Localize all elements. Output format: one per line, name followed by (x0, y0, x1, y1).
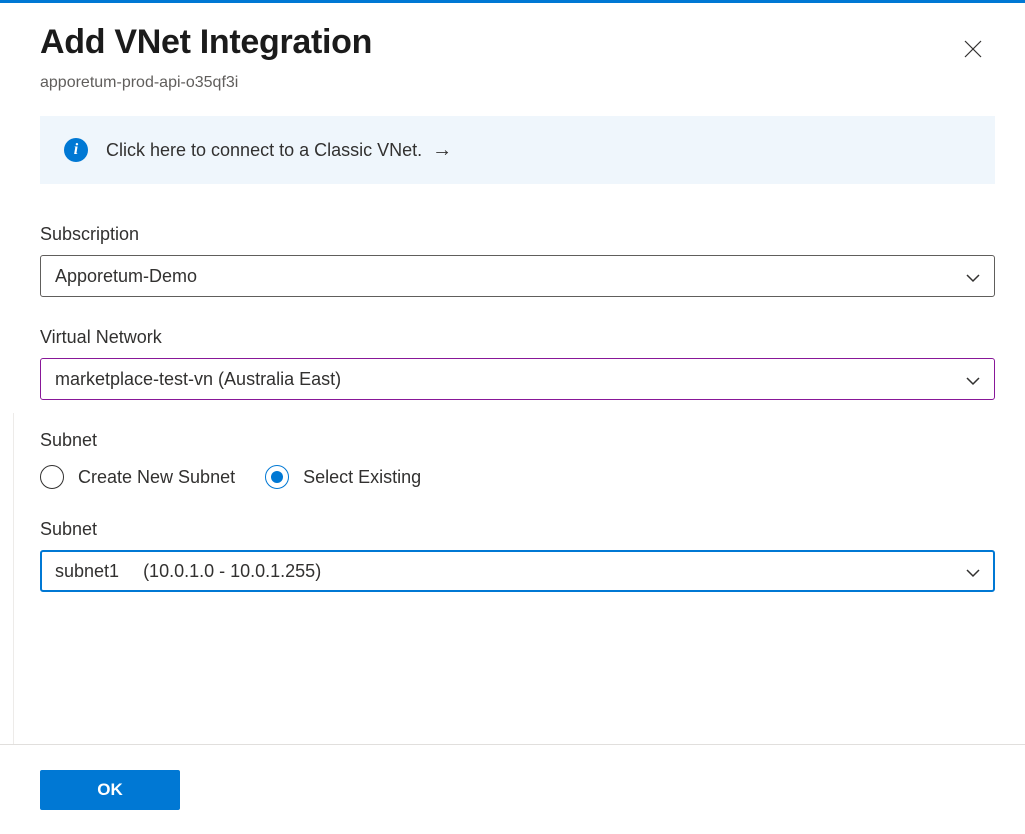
classic-vnet-banner[interactable]: i Click here to connect to a Classic VNe… (40, 116, 995, 184)
panel-header: Add VNet Integration (40, 23, 995, 70)
subnet-select[interactable]: subnet1 (10.0.1.0 - 10.0.1.255) (40, 550, 995, 592)
vnet-select[interactable]: marketplace-test-vn (Australia East) (40, 358, 995, 400)
vnet-field: Virtual Network marketplace-test-vn (Aus… (40, 327, 995, 400)
radio-existing-label: Select Existing (303, 467, 421, 488)
vnet-label: Virtual Network (40, 327, 995, 348)
subnet-mode-field: Subnet Create New Subnet Select Existing (40, 430, 995, 489)
banner-text-wrap: Click here to connect to a Classic VNet.… (106, 139, 452, 162)
radio-circle-checked (265, 465, 289, 489)
radio-select-existing[interactable]: Select Existing (265, 465, 421, 489)
arrow-right-icon: → (432, 139, 452, 162)
subnet-range: (10.0.1.0 - 10.0.1.255) (143, 561, 321, 582)
radio-circle-unchecked (40, 465, 64, 489)
subnet-field: Subnet subnet1 (10.0.1.0 - 10.0.1.255) (40, 519, 995, 592)
chevron-down-icon (966, 269, 980, 283)
subscription-field: Subscription Apporetum-Demo (40, 224, 995, 297)
subnet-value-wrap: subnet1 (10.0.1.0 - 10.0.1.255) (55, 561, 321, 582)
chevron-down-icon (966, 564, 980, 578)
banner-text: Click here to connect to a Classic VNet. (106, 140, 422, 161)
panel-subtitle: apporetum-prod-api-o35qf3i (40, 74, 995, 92)
close-button[interactable] (955, 31, 991, 70)
radio-create-label: Create New Subnet (78, 467, 235, 488)
subnet-mode-label: Subnet (40, 430, 995, 451)
subnet-mode-radio-group: Create New Subnet Select Existing (40, 465, 995, 489)
subscription-label: Subscription (40, 224, 995, 245)
subscription-value: Apporetum-Demo (55, 266, 197, 287)
close-icon (963, 39, 983, 59)
subscription-select[interactable]: Apporetum-Demo (40, 255, 995, 297)
radio-dot-icon (271, 471, 283, 483)
vnet-value: marketplace-test-vn (Australia East) (55, 369, 341, 390)
ok-button[interactable]: OK (40, 770, 180, 810)
panel-title: Add VNet Integration (40, 23, 372, 62)
vnet-integration-panel: Add VNet Integration apporetum-prod-api-… (0, 3, 1025, 744)
panel-footer: OK (0, 744, 1025, 834)
radio-create-new[interactable]: Create New Subnet (40, 465, 235, 489)
chevron-down-icon (966, 372, 980, 386)
subnet-label: Subnet (40, 519, 995, 540)
subnet-name: subnet1 (55, 561, 119, 582)
info-icon: i (64, 138, 88, 162)
